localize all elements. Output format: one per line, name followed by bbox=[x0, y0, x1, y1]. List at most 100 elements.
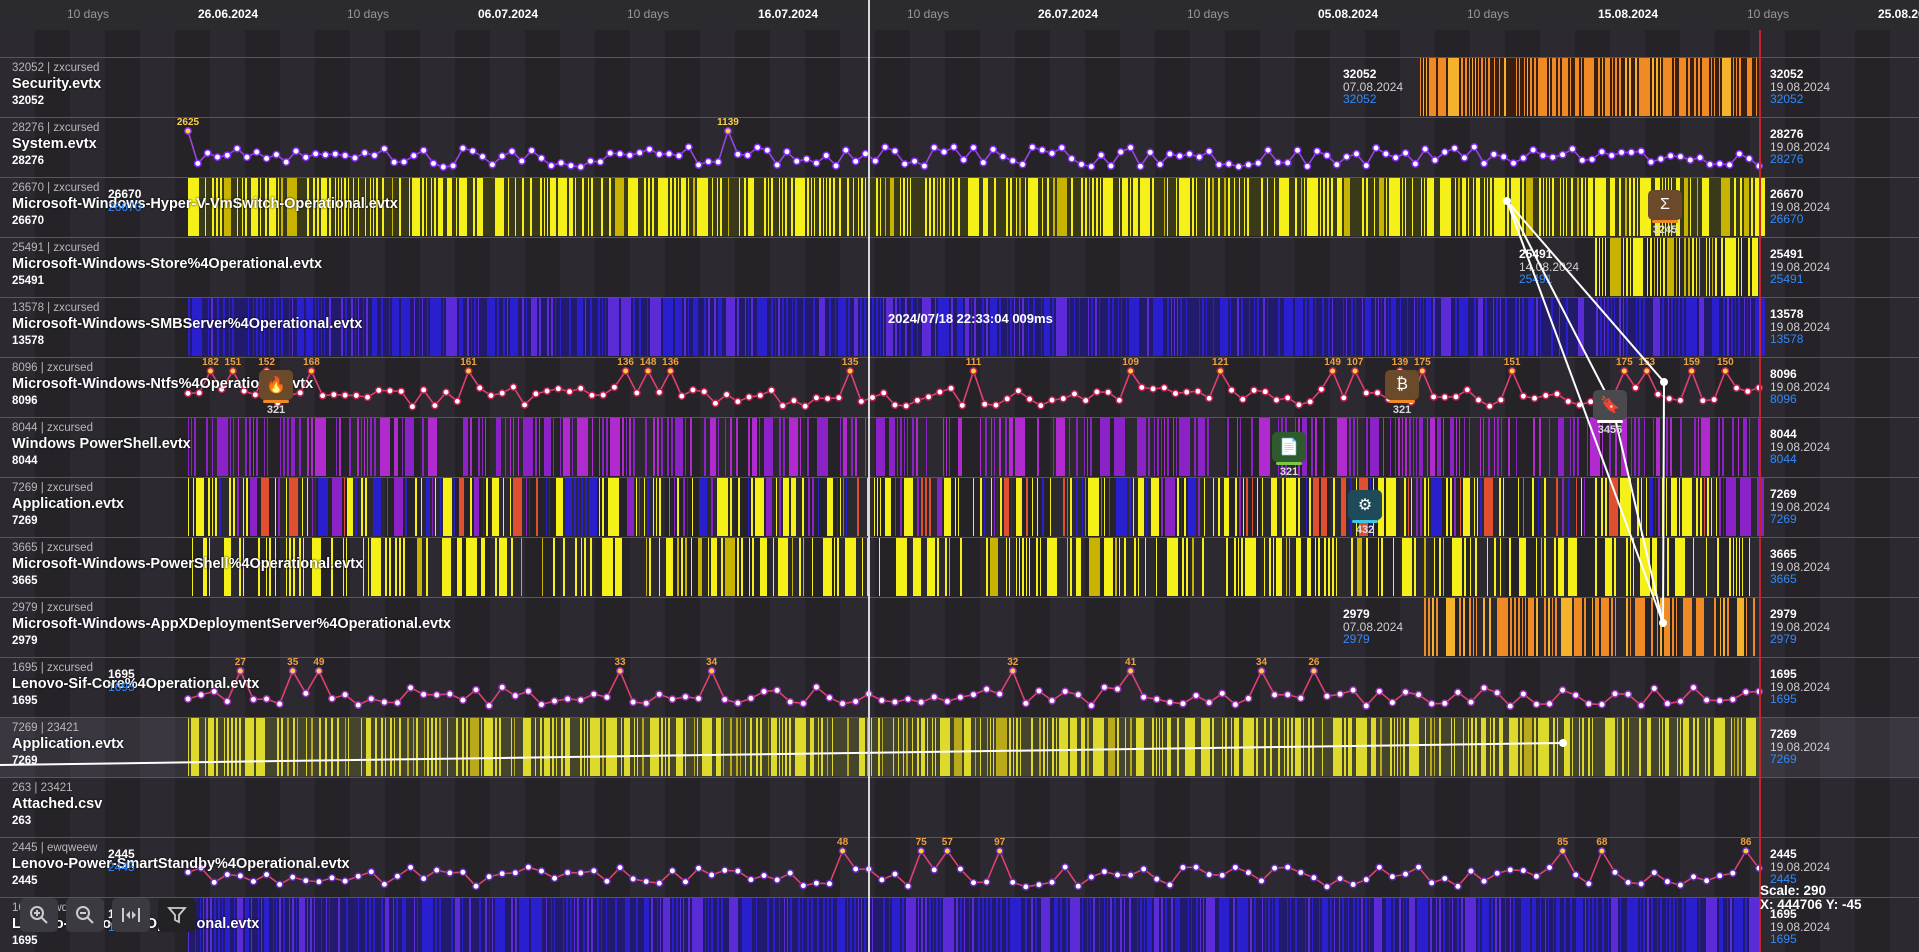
marker-glyph: 📄 bbox=[1279, 439, 1299, 456]
row-count: 7269 bbox=[12, 755, 38, 767]
row-filename: Security.evtx bbox=[12, 76, 102, 92]
filter-icon[interactable] bbox=[158, 898, 196, 932]
timeline-row[interactable]: 3665 | zxcursed Microsoft-Windows-PowerSh… bbox=[0, 537, 1919, 597]
row-filename: System.evtx bbox=[12, 136, 97, 152]
row-end-info: 7269 19.08.2024 7269 bbox=[1770, 728, 1830, 766]
start-blue-count: 2445 bbox=[108, 859, 135, 874]
row-count: 7269 bbox=[12, 515, 38, 527]
timeline-row[interactable]: 1695 | zxcursed Lenovo-Sif-Core%4Operatio… bbox=[0, 657, 1919, 717]
document-icon[interactable]: 📄 bbox=[1272, 432, 1306, 465]
start-count: 2979 bbox=[1343, 607, 1370, 621]
fit-width-icon[interactable] bbox=[112, 898, 150, 932]
timeline-row[interactable]: 7269 | 23421 Application.evtx 7269 7269 19.0… bbox=[0, 717, 1919, 777]
row-label[interactable]: 3665 | zxcursed Microsoft-Windows-PowerSh… bbox=[12, 541, 363, 589]
row-filename: Microsoft-Windows-SMBServer%4Operational… bbox=[12, 316, 363, 332]
timeline-row[interactable]: 13578 | zxcursed Microsoft-Windows-SMBSer… bbox=[0, 297, 1919, 357]
end-count: 2445 bbox=[1770, 847, 1797, 861]
row-label[interactable]: 13578 | zxcursed Microsoft-Windows-SMBSer… bbox=[12, 301, 362, 349]
row-meta: 8044 | zxcursed bbox=[12, 422, 93, 434]
row-meta: 26670 | zxcursed bbox=[12, 182, 100, 194]
end-blue-count: 13578 bbox=[1770, 332, 1804, 346]
row-count: 26670 bbox=[12, 215, 44, 227]
timeline-row[interactable]: 2445 | ewqweew Lenovo-Power-SmartStandby%… bbox=[0, 837, 1919, 897]
row-label[interactable]: 7269 | 23421 Application.evtx 7269 bbox=[12, 721, 124, 769]
row-label[interactable]: 2445 | ewqweew Lenovo-Power-SmartStandby%… bbox=[12, 841, 350, 889]
row-filename: Windows PowerShell.evtx bbox=[12, 436, 191, 452]
row-label[interactable]: 8044 | zxcursed Windows PowerShell.evtx 80… bbox=[12, 421, 191, 469]
start-blue-count: 2979 bbox=[1343, 632, 1370, 646]
timeline-row[interactable]: 1695 | ewqweewLenovo-Sif-Core%4Operation… bbox=[0, 897, 1919, 952]
row-label[interactable]: 1695 | zxcursed Lenovo-Sif-Core%4Operatio… bbox=[12, 661, 259, 709]
start-blue-count: 26670 bbox=[108, 199, 142, 214]
row-count: 28276 bbox=[12, 155, 44, 167]
row-count: 3665 bbox=[12, 575, 38, 587]
timeline-row[interactable]: 8044 | zxcursed Windows PowerShell.evtx 80… bbox=[0, 417, 1919, 477]
row-start-info: 2979 07.08.2024 2979 bbox=[1343, 608, 1403, 646]
timeline-row[interactable]: 26670 | zxcursed Microsoft-Windows-Hyper-… bbox=[0, 177, 1919, 237]
end-blue-count: 1695 bbox=[1770, 692, 1797, 706]
row-meta: 13578 | zxcursed bbox=[12, 302, 100, 314]
end-count: 7269 bbox=[1770, 487, 1797, 501]
cursor-line[interactable] bbox=[868, 0, 870, 952]
row-count: 263 bbox=[12, 815, 32, 827]
zoom-in-icon[interactable] bbox=[20, 898, 58, 932]
row-end-info: 8044 19.08.2024 8044 bbox=[1770, 428, 1830, 466]
end-count: 8096 bbox=[1770, 367, 1797, 381]
marker-count: 321 bbox=[1392, 404, 1412, 416]
row-end-info: 32052 19.08.2024 32052 bbox=[1770, 68, 1830, 106]
bookmark-icon[interactable]: 🔖 bbox=[1593, 390, 1627, 423]
end-count: 2979 bbox=[1770, 607, 1797, 621]
zoom-out-icon[interactable] bbox=[66, 898, 104, 932]
row-meta: 7269 | 23421 bbox=[12, 722, 79, 734]
row-filename: Microsoft-Windows-PowerShell%4Operationa… bbox=[12, 556, 364, 572]
row-count: 2445 bbox=[12, 875, 38, 887]
row-meta: 3665 | zxcursed bbox=[12, 542, 93, 554]
row-label[interactable]: 26670 | zxcursed Microsoft-Windows-Hyper-… bbox=[12, 181, 398, 229]
marker-glyph: Σ bbox=[1660, 196, 1670, 213]
start-blue-count: 25491 bbox=[1519, 272, 1553, 286]
end-marker-line bbox=[1759, 30, 1761, 952]
marker-accent bbox=[263, 400, 289, 403]
start-count: 2445 bbox=[108, 847, 135, 861]
row-meta: 2979 | zxcursed bbox=[12, 602, 93, 614]
timeline-row[interactable]: 32052 | zxcursed Security.evtx 32052 32052 1… bbox=[0, 57, 1919, 117]
row-meta: 28276 | zxcursed bbox=[12, 122, 100, 134]
row-label[interactable]: 263 | 23421 Attached.csv 263 bbox=[12, 781, 102, 829]
end-blue-count: 25491 bbox=[1770, 272, 1804, 286]
end-blue-count: 1695 bbox=[1770, 932, 1797, 946]
timeline-app: 10 days 26.06.2024 10 days 06.07.2024 10 day… bbox=[0, 0, 1919, 952]
end-blue-count: 2979 bbox=[1770, 632, 1797, 646]
bitcoin-icon[interactable]: ₿ bbox=[1385, 370, 1419, 403]
end-count: 26670 bbox=[1770, 187, 1804, 201]
row-meta: 32052 | zxcursed bbox=[12, 62, 100, 74]
flame-icon[interactable]: 🔥 bbox=[259, 370, 293, 403]
end-blue-count: 7269 bbox=[1770, 512, 1797, 526]
row-end-info: 8096 19.08.2024 8096 bbox=[1770, 368, 1830, 406]
end-blue-count: 3665 bbox=[1770, 572, 1797, 586]
marker-accent bbox=[1352, 520, 1378, 523]
row-label[interactable]: 32052 | zxcursed Security.evtx 32052 bbox=[12, 61, 101, 109]
timeline-row[interactable]: 28276 | zxcursed System.evtx 28276 28276 19.… bbox=[0, 117, 1919, 177]
marker-count: 3456 bbox=[1597, 424, 1623, 436]
row-meta: 263 | 23421 bbox=[12, 782, 73, 794]
marker-glyph: 🔖 bbox=[1600, 397, 1620, 414]
timeline-row[interactable]: 25491 | zxcursed Microsoft-Windows-Store%… bbox=[0, 237, 1919, 297]
timeline-row[interactable]: 2979 | zxcursed Microsoft-Windows-AppXDep… bbox=[0, 597, 1919, 657]
timeline-row[interactable]: 263 | 23421 Attached.csv 263 bbox=[0, 777, 1919, 837]
row-label[interactable]: 28276 | zxcursed System.evtx 28276 bbox=[12, 121, 99, 169]
row-filename: Application.evtx bbox=[12, 496, 124, 512]
timeline-row[interactable]: 7269 | zxcursed Application.evtx 7269 7269 1… bbox=[0, 477, 1919, 537]
cursor-timestamp: 2024/07/18 22:33:04 009ms bbox=[888, 311, 1053, 326]
coords-readout: X: 444706 Y: -45 bbox=[1760, 897, 1862, 912]
start-count: 25491 bbox=[1519, 247, 1553, 261]
end-count: 13578 bbox=[1770, 307, 1804, 321]
marker-accent bbox=[1276, 462, 1302, 465]
row-label[interactable]: 7269 | zxcursed Application.evtx 7269 bbox=[12, 481, 124, 529]
marker-count: 3245 bbox=[1652, 224, 1678, 236]
row-label[interactable]: 2979 | zxcursed Microsoft-Windows-AppXDep… bbox=[12, 601, 451, 649]
gear-icon[interactable]: ⚙ bbox=[1348, 490, 1382, 523]
row-label[interactable]: 25491 | zxcursed Microsoft-Windows-Store%… bbox=[12, 241, 322, 289]
marker-accent bbox=[1597, 420, 1623, 423]
sigma-icon[interactable]: Σ bbox=[1648, 190, 1682, 223]
marker-glyph: ₿ bbox=[1396, 376, 1408, 393]
